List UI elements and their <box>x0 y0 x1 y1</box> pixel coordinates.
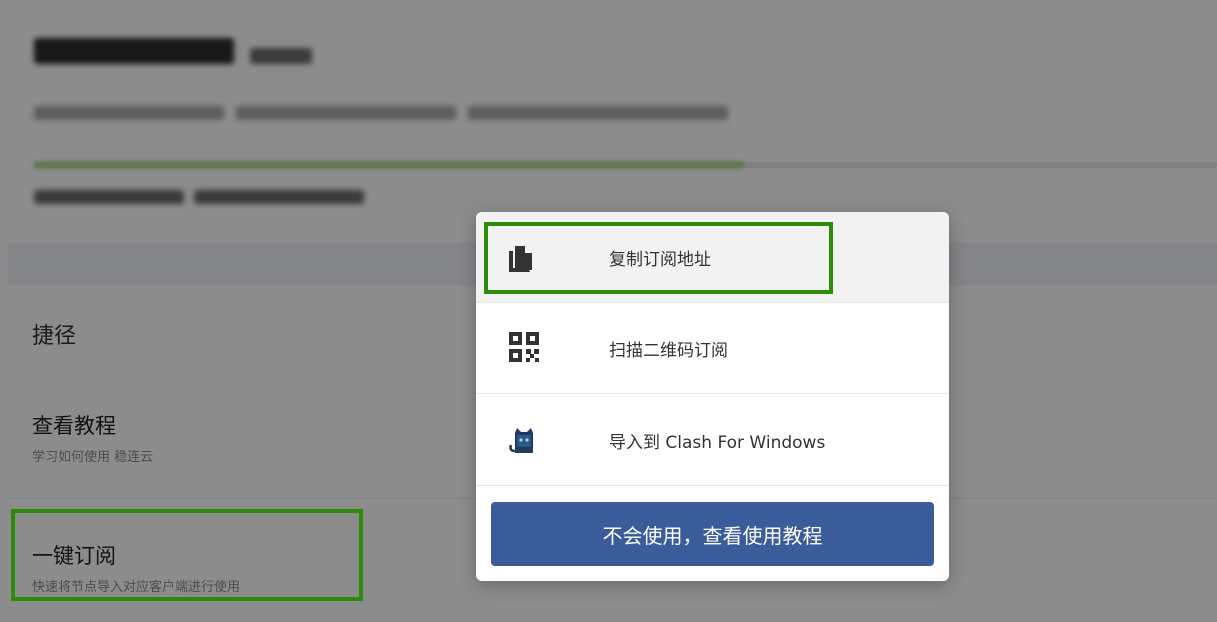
subscribe-highlight-box <box>11 509 363 601</box>
menu-item-label: 导入到 Clash For Windows <box>609 433 826 453</box>
menu-item-scan-qr-code[interactable]: 扫描二维码订阅 <box>476 303 949 394</box>
copy-url-highlight-box <box>484 222 833 294</box>
view-tutorial-button[interactable]: 不会使用，查看使用教程 <box>491 502 934 566</box>
qr-code-icon <box>509 332 539 362</box>
menu-item-label: 扫描二维码订阅 <box>609 341 728 361</box>
menu-item-import-clash-for-windows[interactable]: 导入到 Clash For Windows <box>476 395 949 486</box>
clash-cat-icon <box>509 428 533 453</box>
